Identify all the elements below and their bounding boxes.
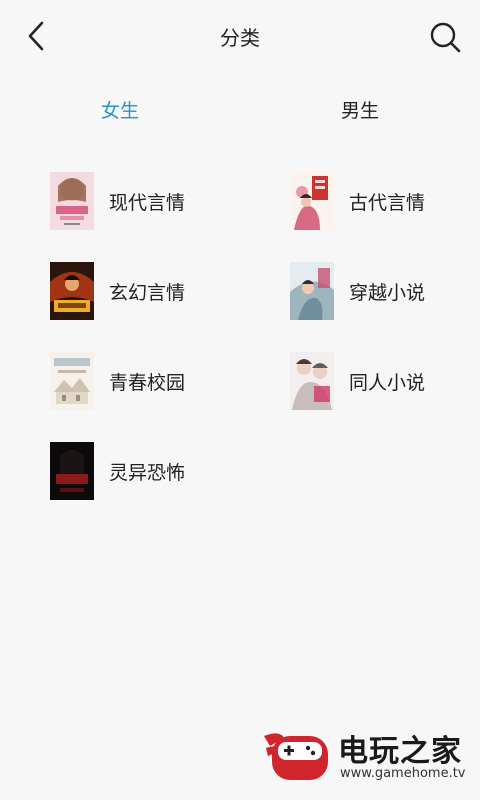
top-bar: 分类 <box>0 0 480 72</box>
tab-female[interactable]: 女生 <box>60 96 180 123</box>
back-button[interactable] <box>22 20 52 52</box>
watermark-url: www.gamehome.tv <box>340 766 466 781</box>
book-cover-image <box>50 352 94 410</box>
page-title: 分类 <box>220 26 260 50</box>
book-cover-image <box>50 172 94 230</box>
category-label: 穿越小说 <box>349 282 426 304</box>
category-label: 灵异恐怖 <box>109 462 186 484</box>
category-label: 古代言情 <box>349 192 426 214</box>
category-ancient-romance[interactable]: 古代言情 <box>290 172 480 232</box>
gender-tabs: 女生 男生 <box>0 90 480 130</box>
category-label: 同人小说 <box>349 372 426 394</box>
category-time-travel[interactable]: 穿越小说 <box>290 262 480 322</box>
category-label: 现代言情 <box>109 192 186 214</box>
category-fantasy-romance[interactable]: 玄幻言情 <box>50 262 250 322</box>
book-cover-image <box>290 172 334 230</box>
book-cover-image <box>50 442 94 500</box>
category-horror[interactable]: 灵异恐怖 <box>50 442 250 502</box>
category-modern-romance[interactable]: 现代言情 <box>50 172 250 232</box>
category-label: 玄幻言情 <box>109 282 186 304</box>
category-fan-fiction[interactable]: 同人小说 <box>290 352 480 412</box>
chevron-left-icon <box>28 21 44 51</box>
site-watermark: 电玩之家 www.gamehome.tv <box>262 724 468 788</box>
search-button[interactable] <box>428 20 462 54</box>
book-cover-image <box>290 352 334 410</box>
search-icon <box>430 22 461 53</box>
category-label: 青春校园 <box>109 372 186 394</box>
book-cover-image <box>50 262 94 320</box>
gamepad-logo-icon <box>262 726 332 784</box>
category-youth-campus[interactable]: 青春校园 <box>50 352 250 412</box>
tab-male[interactable]: 男生 <box>300 96 420 123</box>
book-cover-image <box>290 262 334 320</box>
watermark-title: 电玩之家 <box>338 734 462 769</box>
